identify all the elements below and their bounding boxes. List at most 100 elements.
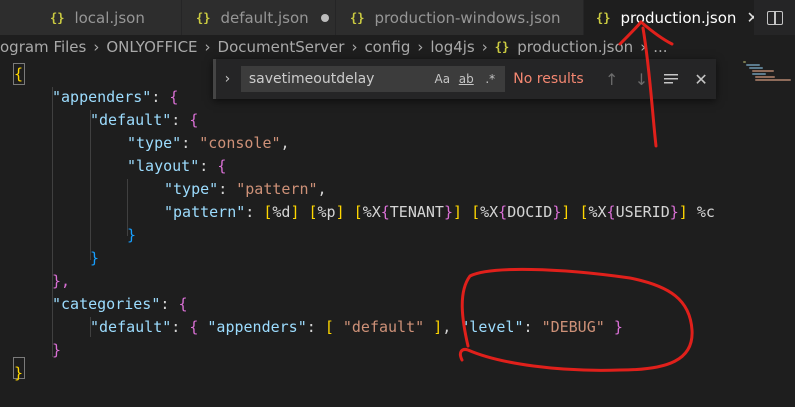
minimap-line	[746, 64, 760, 66]
json-key: "default"	[90, 318, 172, 336]
close-icon[interactable]: ✕	[746, 8, 754, 27]
code-line[interactable]: "pattern": [%d] [%p] [%X{TENANT}] [%X{DO…	[164, 201, 715, 224]
json-string: "console"	[199, 134, 281, 152]
punctuation: }	[669, 203, 679, 221]
code-token: "layout": {	[127, 157, 226, 175]
code-line[interactable]: "layout": {	[127, 155, 226, 178]
chevron-right-icon: ›	[204, 38, 211, 56]
breadcrumb-item[interactable]: DocumentServer	[218, 38, 345, 56]
find-query: savetimeoutdelay	[248, 71, 375, 87]
breadcrumb-item-symbols[interactable]: ...	[653, 38, 667, 56]
match-case-button[interactable]: Aa	[432, 70, 452, 88]
punctuation: {	[498, 203, 508, 221]
code-line[interactable]: },	[52, 270, 70, 293]
find-options: Aa ab .*	[432, 70, 500, 88]
unsaved-dot-icon[interactable]	[320, 13, 329, 22]
punctuation: :	[171, 111, 181, 129]
json-key: "type"	[164, 180, 219, 198]
find-input[interactable]: savetimeoutdelay Aa ab .*	[240, 66, 506, 92]
whitespace: TENANT	[389, 203, 444, 221]
code-token: "default": { "appenders": [ "default" ],…	[90, 318, 623, 336]
code-token: "appenders": {	[52, 88, 178, 106]
find-in-selection-icon[interactable]	[656, 66, 686, 92]
punctuation: [	[353, 203, 363, 221]
whitespace: USERID	[615, 203, 670, 221]
code-line[interactable]: }	[14, 362, 23, 385]
code-line[interactable]: "type": "pattern",	[164, 178, 327, 201]
match-whole-word-button[interactable]: ab	[456, 70, 476, 88]
find-status: No results	[513, 71, 584, 87]
next-match-arrow-down-icon[interactable]: ↓	[627, 66, 657, 92]
breadcrumb-item[interactable]: ONLYOFFICE	[106, 38, 197, 56]
json-file-icon: {}	[350, 10, 365, 25]
use-regex-button[interactable]: .*	[480, 70, 500, 88]
json-key: "layout"	[127, 157, 200, 175]
json-file-icon: {}	[50, 10, 65, 25]
code-line[interactable]: "default": {	[90, 109, 198, 132]
json-string: "DEBUG"	[541, 318, 605, 336]
indent-guide	[52, 87, 53, 357]
chevron-right-icon: ›	[93, 38, 100, 56]
tab-label: production.json	[620, 8, 737, 27]
whitespace: %X	[588, 203, 607, 221]
code-line[interactable]: {	[14, 63, 23, 86]
code-editor[interactable]: { "appenders": { "default": { "type": "c…	[0, 59, 735, 407]
punctuation: ]	[678, 203, 688, 221]
json-key: "level"	[460, 318, 524, 336]
code-line[interactable]: "appenders": {	[52, 86, 178, 109]
breadcrumb-item[interactable]: log4js	[430, 38, 474, 56]
breadcrumb-file-label: production.json	[517, 38, 634, 56]
code-line[interactable]: "type": "console",	[127, 132, 290, 155]
code-line[interactable]: "default": { "appenders": [ "default" ],…	[90, 316, 623, 339]
minimap[interactable]	[735, 59, 795, 407]
breadcrumb: ogram Files › ONLYOFFICE › DocumentServe…	[0, 35, 795, 59]
code-line[interactable]: "categories": {	[52, 293, 187, 316]
punctuation: {	[169, 88, 179, 106]
punctuation: :	[245, 203, 255, 221]
tab-production-windows-json[interactable]: {} production-windows.json	[336, 0, 584, 35]
code-token: }	[90, 249, 100, 267]
toggle-replace-chevron-icon[interactable]: ›	[213, 59, 239, 99]
close-icon[interactable]: ✕	[686, 66, 716, 92]
code-line[interactable]: }	[52, 339, 61, 362]
whitespace: %c	[687, 203, 715, 221]
code-token: }	[127, 226, 137, 244]
punctuation: {	[178, 295, 188, 313]
breadcrumb-item[interactable]: ogram Files	[0, 38, 86, 56]
breadcrumb-item-file[interactable]: {} production.json	[495, 38, 633, 56]
minimap-line	[755, 79, 791, 81]
punctuation: }	[613, 318, 623, 336]
breadcrumb-item[interactable]: config	[364, 38, 410, 56]
code-token: }	[52, 341, 62, 359]
tab-label: production-windows.json	[374, 8, 561, 27]
punctuation: :	[523, 318, 533, 336]
split-editor-icon	[767, 10, 783, 25]
json-key: "type"	[127, 134, 182, 152]
split-editor-button[interactable]	[755, 0, 795, 35]
previous-match-arrow-up-icon[interactable]: ↑	[597, 66, 627, 92]
punctuation: {	[380, 203, 390, 221]
code-line[interactable]: }	[90, 247, 99, 270]
tab-production-json[interactable]: {} production.json ✕	[584, 0, 755, 35]
whitespace: %p	[317, 203, 336, 221]
punctuation: {	[217, 157, 227, 175]
tab-default-json[interactable]: {} default.json	[182, 0, 336, 35]
json-string: "pattern"	[236, 180, 318, 198]
indent-guide	[90, 110, 91, 260]
punctuation: ,	[280, 134, 290, 152]
punctuation: ]	[335, 203, 345, 221]
code-line[interactable]: }	[127, 224, 136, 247]
whitespace: DOCID	[507, 203, 553, 221]
code-token: "categories": {	[52, 295, 187, 313]
whitespace: %d	[272, 203, 291, 221]
punctuation: :	[171, 318, 181, 336]
tab-local-json[interactable]: {} local.json	[0, 0, 182, 35]
